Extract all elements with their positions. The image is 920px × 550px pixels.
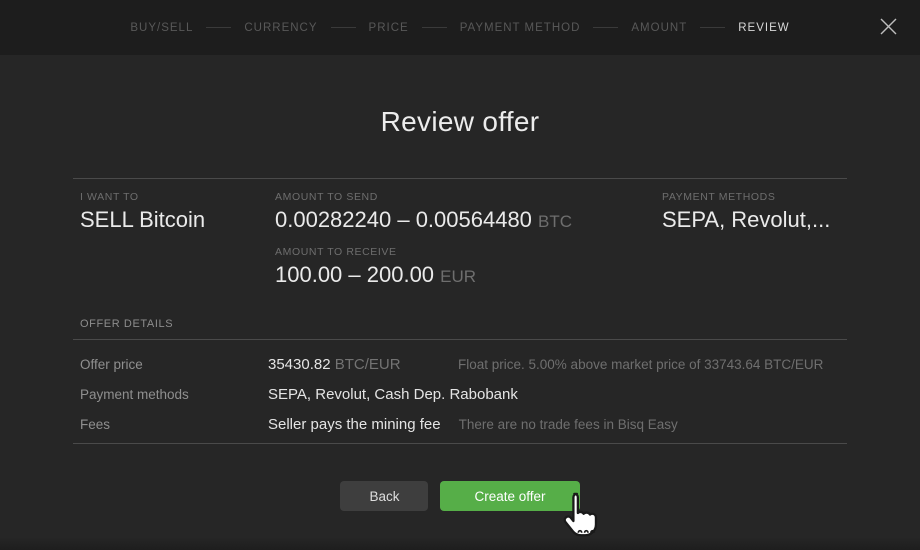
direction-value: SELL Bitcoin [80, 205, 275, 234]
offer-price-pair: BTC/EUR [331, 356, 401, 373]
row-note: There are no trade fees in Bisq Easy [459, 417, 678, 432]
amount-to-receive: AMOUNT TO RECEIVE 100.00 – 200.00 EUR [275, 245, 662, 291]
summary-payment-methods: PAYMENT METHODS SEPA, Revolut,... [662, 190, 847, 291]
row-label: Payment methods [80, 387, 268, 402]
row-value: 35430.82 BTC/EUR [268, 356, 458, 373]
amount-to-send-value: 0.00282240 – 0.00564480 BTC [275, 205, 662, 236]
stepper-dash [331, 27, 356, 28]
bottom-shadow [0, 537, 920, 550]
summary-direction: I WANT TO SELL Bitcoin [80, 190, 275, 291]
action-buttons: Back Create offer [73, 481, 847, 511]
review-content: I WANT TO SELL Bitcoin AMOUNT TO SEND 0.… [73, 178, 847, 511]
payment-methods-label: PAYMENT METHODS [662, 190, 847, 205]
page-title: Review offer [0, 106, 920, 138]
fees-value: Seller pays the mining fee [268, 416, 441, 433]
amount-to-send-range: 0.00282240 – 0.00564480 [275, 207, 532, 232]
amount-to-send-label: AMOUNT TO SEND [275, 190, 662, 205]
row-label: Fees [80, 417, 268, 432]
wizard-stepper: BUY/SELL CURRENCY PRICE PAYMENT METHOD A… [130, 22, 789, 34]
divider [73, 443, 847, 444]
amount-to-send: AMOUNT TO SEND 0.00282240 – 0.00564480 B… [275, 190, 662, 236]
summary-amounts: AMOUNT TO SEND 0.00282240 – 0.00564480 B… [275, 190, 662, 291]
amount-to-receive-range: 100.00 – 200.00 [275, 262, 434, 287]
stepper-dash [422, 27, 447, 28]
row-value: SEPA, Revolut, Cash Dep. Rabobank [268, 386, 536, 403]
table-row-fees: Fees Seller pays the mining fee There ar… [80, 409, 847, 439]
offer-summary: I WANT TO SELL Bitcoin AMOUNT TO SEND 0.… [73, 179, 847, 291]
create-offer-button[interactable]: Create offer [440, 481, 579, 511]
back-button[interactable]: Back [340, 481, 428, 511]
direction-label: I WANT TO [80, 190, 275, 205]
table-row-offer-price: Offer price 35430.82 BTC/EUR Float price… [80, 349, 847, 379]
stepper-step[interactable]: CURRENCY [244, 22, 317, 34]
row-value: Seller pays the mining fee [268, 416, 459, 433]
row-label: Offer price [80, 357, 268, 372]
close-icon [879, 17, 898, 39]
close-button[interactable] [874, 14, 902, 42]
amount-to-receive-value: 100.00 – 200.00 EUR [275, 260, 662, 291]
row-note: Float price. 5.00% above market price of… [458, 357, 823, 372]
stepper-dash [206, 27, 231, 28]
stepper-dash [593, 27, 618, 28]
payment-methods-list: SEPA, Revolut, Cash Dep. Rabobank [268, 386, 518, 403]
amount-to-receive-code: EUR [440, 267, 476, 286]
amount-to-send-code: BTC [538, 212, 572, 231]
wizard-top-bar: BUY/SELL CURRENCY PRICE PAYMENT METHOD A… [0, 0, 920, 55]
stepper-step[interactable]: AMOUNT [631, 22, 687, 34]
payment-methods-value: SEPA, Revolut,... [662, 205, 847, 234]
stepper-step[interactable]: BUY/SELL [130, 22, 193, 34]
offer-details-header: OFFER DETAILS [80, 318, 847, 330]
offer-details-table: Offer price 35430.82 BTC/EUR Float price… [73, 340, 847, 439]
stepper-step[interactable]: PRICE [369, 22, 409, 34]
stepper-step[interactable]: PAYMENT METHOD [460, 22, 581, 34]
amount-to-receive-label: AMOUNT TO RECEIVE [275, 245, 662, 260]
offer-price-number: 35430.82 [268, 356, 331, 373]
stepper-step[interactable]: REVIEW [738, 22, 789, 34]
stepper-dash [700, 27, 725, 28]
table-row-payment-methods: Payment methods SEPA, Revolut, Cash Dep.… [80, 379, 847, 409]
